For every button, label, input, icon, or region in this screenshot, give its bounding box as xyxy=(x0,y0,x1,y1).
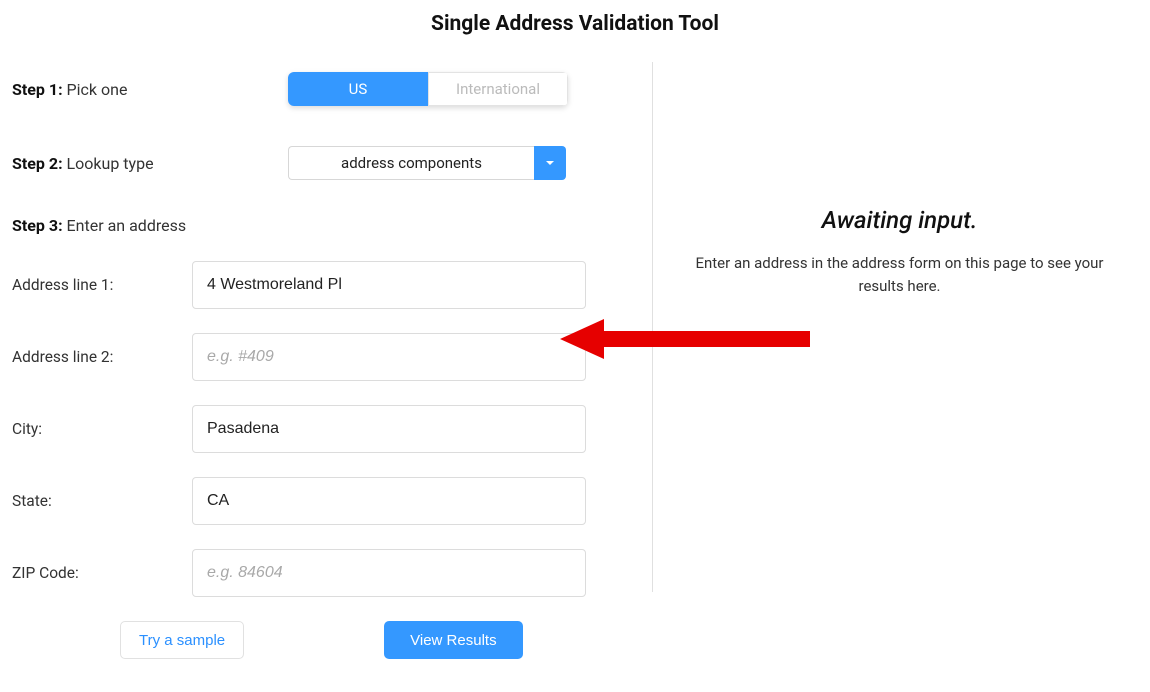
step3-text: Enter an address xyxy=(63,216,187,235)
toggle-international-button[interactable]: International xyxy=(428,72,568,106)
step3-bold: Step 3: xyxy=(12,216,63,235)
label-state: State: xyxy=(12,492,192,510)
row-state: State: xyxy=(12,477,622,525)
awaiting-title: Awaiting input. xyxy=(673,206,1126,234)
country-toggle: US International xyxy=(288,72,568,106)
row-zip: ZIP Code: xyxy=(12,549,622,597)
row-address2: Address line 2: xyxy=(12,333,622,381)
left-column: Step 1: Pick one US International Step 2… xyxy=(12,72,652,659)
step2-bold: Step 2: xyxy=(12,154,63,173)
step1-bold: Step 1: xyxy=(12,80,63,99)
step1-text: Pick one xyxy=(63,80,128,99)
label-address1: Address line 1: xyxy=(12,276,192,294)
step3-label: Step 3: Enter an address xyxy=(12,216,622,235)
step1-row: Step 1: Pick one US International xyxy=(12,72,622,106)
step2-row: Step 2: Lookup type address components xyxy=(12,146,622,180)
main-columns: Step 1: Pick one US International Step 2… xyxy=(0,72,1150,659)
row-address1: Address line 1: xyxy=(12,261,622,309)
step1-label: Step 1: Pick one xyxy=(12,80,288,99)
label-city: City: xyxy=(12,420,192,438)
right-column: Awaiting input. Enter an address in the … xyxy=(653,72,1146,659)
city-input[interactable] xyxy=(192,405,586,453)
view-results-button[interactable]: View Results xyxy=(384,621,522,659)
label-zip: ZIP Code: xyxy=(12,564,192,582)
try-sample-button[interactable]: Try a sample xyxy=(120,621,244,659)
label-address2: Address line 2: xyxy=(12,348,192,366)
toggle-us-button[interactable]: US xyxy=(288,72,428,106)
awaiting-subtitle: Enter an address in the address form on … xyxy=(690,252,1110,297)
address-line1-input[interactable] xyxy=(192,261,586,309)
address-line2-input[interactable] xyxy=(192,333,586,381)
lookup-type-value[interactable]: address components xyxy=(288,146,534,180)
state-input[interactable] xyxy=(192,477,586,525)
step2-text: Lookup type xyxy=(63,154,154,173)
page-title: Single Address Validation Tool xyxy=(0,12,1150,36)
chevron-down-icon[interactable] xyxy=(534,146,566,180)
step2-label: Step 2: Lookup type xyxy=(12,154,288,173)
row-city: City: xyxy=(12,405,622,453)
actions-row: Try a sample View Results xyxy=(12,621,622,659)
lookup-type-select[interactable]: address components xyxy=(288,146,566,180)
zip-input[interactable] xyxy=(192,549,586,597)
